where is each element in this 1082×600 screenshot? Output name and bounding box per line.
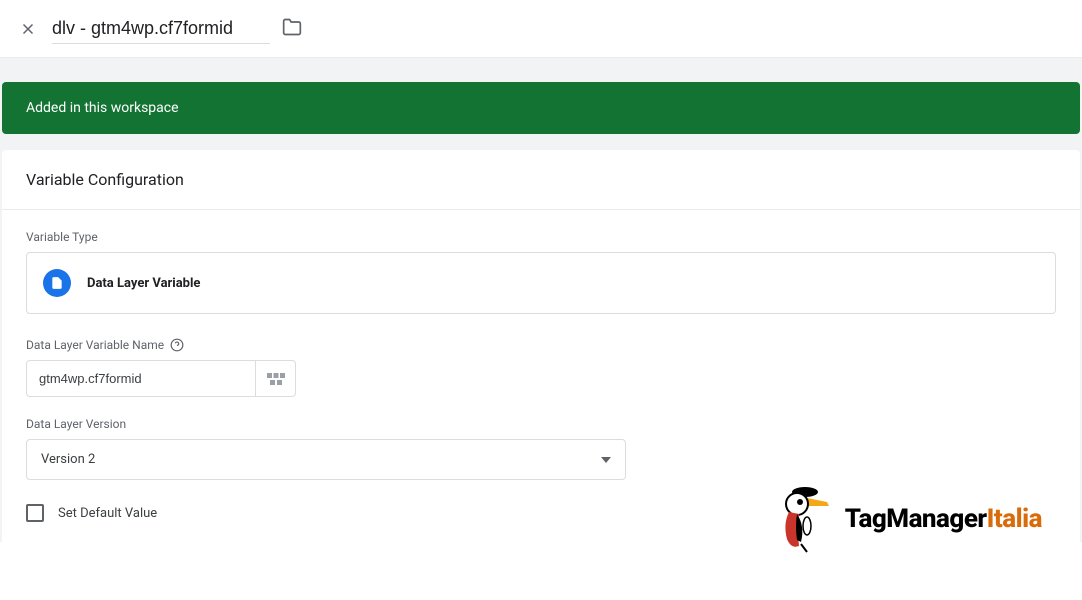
chevron-down-icon xyxy=(601,457,611,463)
close-button[interactable] xyxy=(8,9,48,49)
content-area: Added in this workspace Variable Configu… xyxy=(0,58,1082,542)
variable-name-group xyxy=(26,360,1056,397)
close-icon xyxy=(19,20,37,38)
version-row: Data Layer Version Version 2 xyxy=(26,417,1056,480)
variable-name-input[interactable] xyxy=(26,360,256,397)
variable-name-label: Data Layer Variable Name xyxy=(26,338,1056,352)
card-header: Variable Configuration xyxy=(2,150,1080,210)
workspace-banner: Added in this workspace xyxy=(2,82,1080,134)
variable-picker-button[interactable] xyxy=(256,360,296,397)
dialog-header xyxy=(0,0,1082,58)
variable-type-value: Data Layer Variable xyxy=(87,276,200,291)
brand-text: TagManagerItalia xyxy=(845,504,1042,534)
folder-button[interactable] xyxy=(282,17,302,41)
version-label: Data Layer Version xyxy=(26,417,1056,431)
variable-type-selector[interactable]: Data Layer Variable xyxy=(26,252,1056,314)
card-title: Variable Configuration xyxy=(26,170,1056,189)
default-value-label: Set Default Value xyxy=(58,506,157,521)
variable-title-input[interactable] xyxy=(52,14,270,44)
watermark-logo: TagManagerItalia xyxy=(777,484,1042,554)
help-icon[interactable] xyxy=(170,338,184,352)
brick-icon xyxy=(267,373,285,385)
woodpecker-icon xyxy=(777,484,837,554)
folder-icon xyxy=(282,17,302,37)
version-value: Version 2 xyxy=(41,452,95,467)
banner-text: Added in this workspace xyxy=(26,100,179,116)
data-layer-icon xyxy=(43,269,71,297)
variable-type-label: Variable Type xyxy=(26,230,1056,244)
default-value-checkbox[interactable] xyxy=(26,504,44,522)
version-select[interactable]: Version 2 xyxy=(26,439,626,480)
